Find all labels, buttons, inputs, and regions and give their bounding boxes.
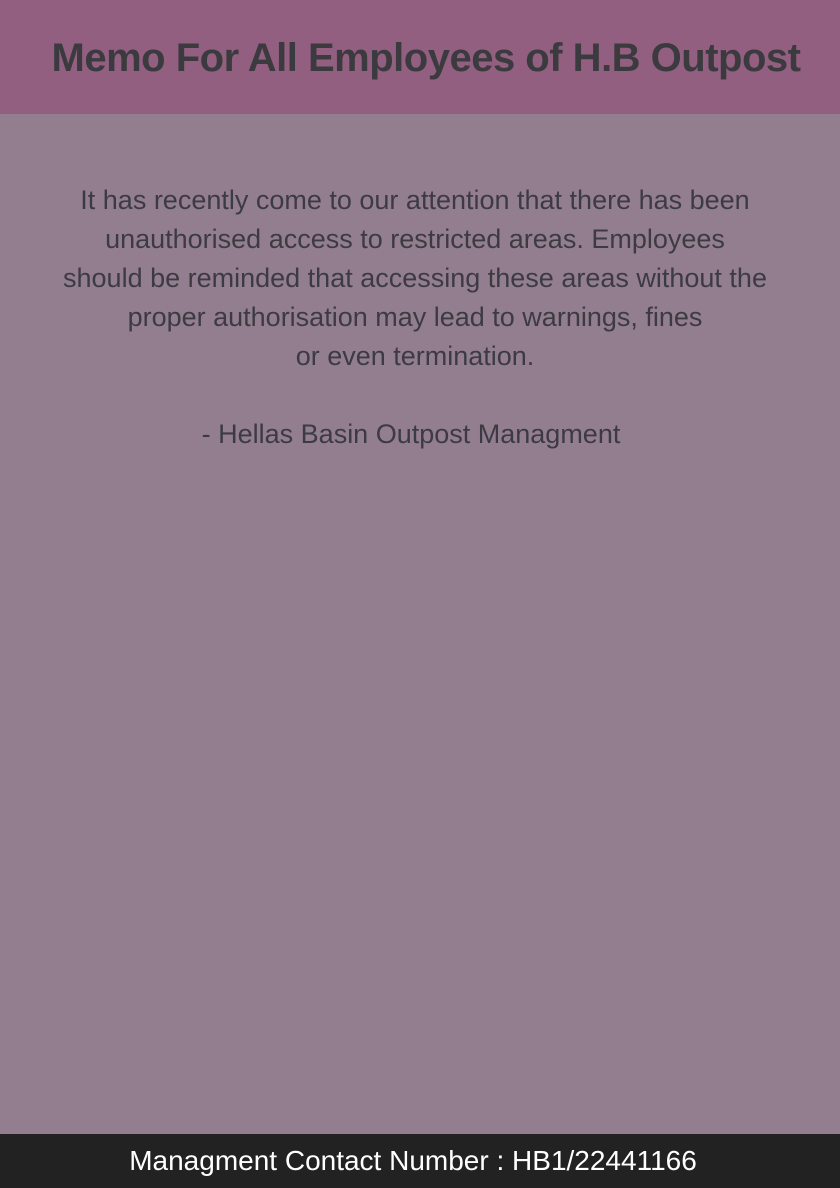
contact-number: Managment Contact Number : HB1/22441166	[129, 1145, 697, 1176]
memo-header: Memo For All Employees of H.B Outpost	[0, 0, 840, 114]
memo-body-line: or even termination.	[295, 341, 535, 371]
memo-body-line: unauthorised access to restricted areas.…	[105, 224, 725, 254]
memo-body-line: It has recently come to our attention th…	[80, 185, 750, 215]
memo-title: Memo For All Employees of H.B Outpost	[51, 36, 801, 80]
contact-footer: Managment Contact Number : HB1/22441166	[0, 1134, 840, 1188]
memo-body: It has recently come to our attention th…	[20, 181, 810, 376]
memo-body-line: should be reminded that accessing these …	[63, 263, 767, 293]
memo-signature: - Hellas Basin Outpost Managment	[201, 419, 621, 449]
memo-body-line: proper authorisation may lead to warning…	[127, 302, 703, 332]
